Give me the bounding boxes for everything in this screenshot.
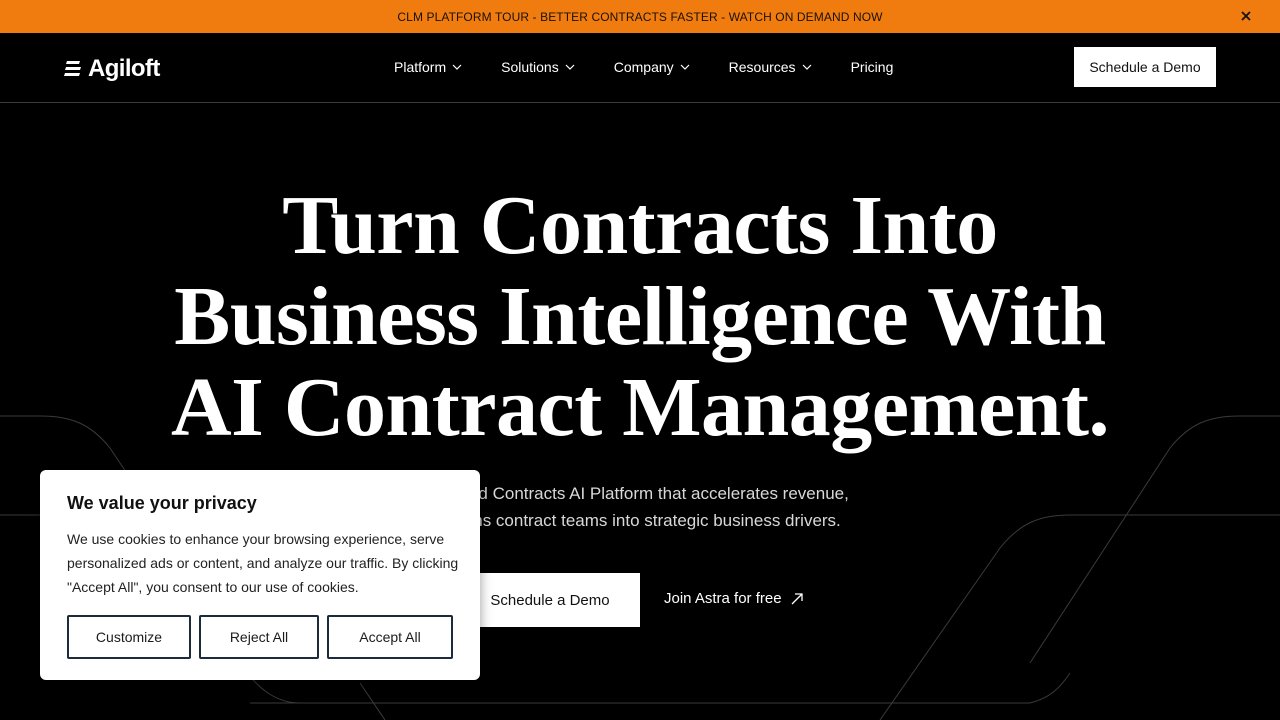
chevron-down-icon <box>680 64 690 70</box>
cookie-body: We use cookies to enhance your browsing … <box>67 531 459 595</box>
nav-item-solutions[interactable]: Solutions <box>501 59 575 75</box>
main-nav: Platform Solutions Company Resources Pri… <box>394 33 893 101</box>
announcement-bar: CLM PLATFORM TOUR - BETTER CONTRACTS FAS… <box>0 0 1280 33</box>
nav-item-pricing[interactable]: Pricing <box>851 59 894 75</box>
arrow-up-right-icon <box>791 592 803 604</box>
nav-item-company[interactable]: Company <box>614 59 690 75</box>
logo[interactable]: Agiloft <box>64 55 160 83</box>
nav-item-label: Solutions <box>501 59 559 75</box>
hero-title-line: AI Contract Management. <box>171 361 1109 454</box>
customize-button[interactable]: Customize <box>67 615 191 659</box>
nav-item-platform[interactable]: Platform <box>394 59 462 75</box>
cookie-title: We value your privacy <box>67 493 257 513</box>
schedule-demo-button[interactable]: Schedule a Demo <box>1074 47 1216 87</box>
chevron-down-icon <box>802 64 811 70</box>
hero-title: Turn Contracts Into Business Intelligenc… <box>0 180 1280 453</box>
hero-schedule-demo-button[interactable]: Schedule a Demo <box>460 573 640 627</box>
chevron-down-icon <box>565 64 575 70</box>
announcement-text[interactable]: CLM PLATFORM TOUR - BETTER CONTRACTS FAS… <box>397 10 882 24</box>
nav-item-label: Platform <box>394 59 447 75</box>
logo-text: Agiloft <box>88 55 160 82</box>
hero-title-line: Business Intelligence With <box>174 270 1106 363</box>
nav-item-label: Company <box>613 59 674 75</box>
cookie-consent-dialog: We value your privacy We use cookies to … <box>40 470 480 680</box>
logo-icon <box>64 61 81 76</box>
nav-item-label: Resources <box>728 59 796 75</box>
site-header: Agiloft Platform Solutions Company Resou… <box>0 33 1280 103</box>
hero-title-line: Turn Contracts Into <box>282 179 998 272</box>
join-astra-label: Join Astra for free <box>664 590 782 607</box>
accept-all-button[interactable]: Accept All <box>327 615 453 659</box>
nav-item-label: Pricing <box>850 59 894 75</box>
nav-item-resources[interactable]: Resources <box>729 59 812 75</box>
close-icon[interactable] <box>1238 8 1254 24</box>
reject-all-button[interactable]: Reject All <box>199 615 319 659</box>
join-astra-link[interactable]: Join Astra for free <box>664 590 804 607</box>
chevron-down-icon <box>452 64 462 70</box>
